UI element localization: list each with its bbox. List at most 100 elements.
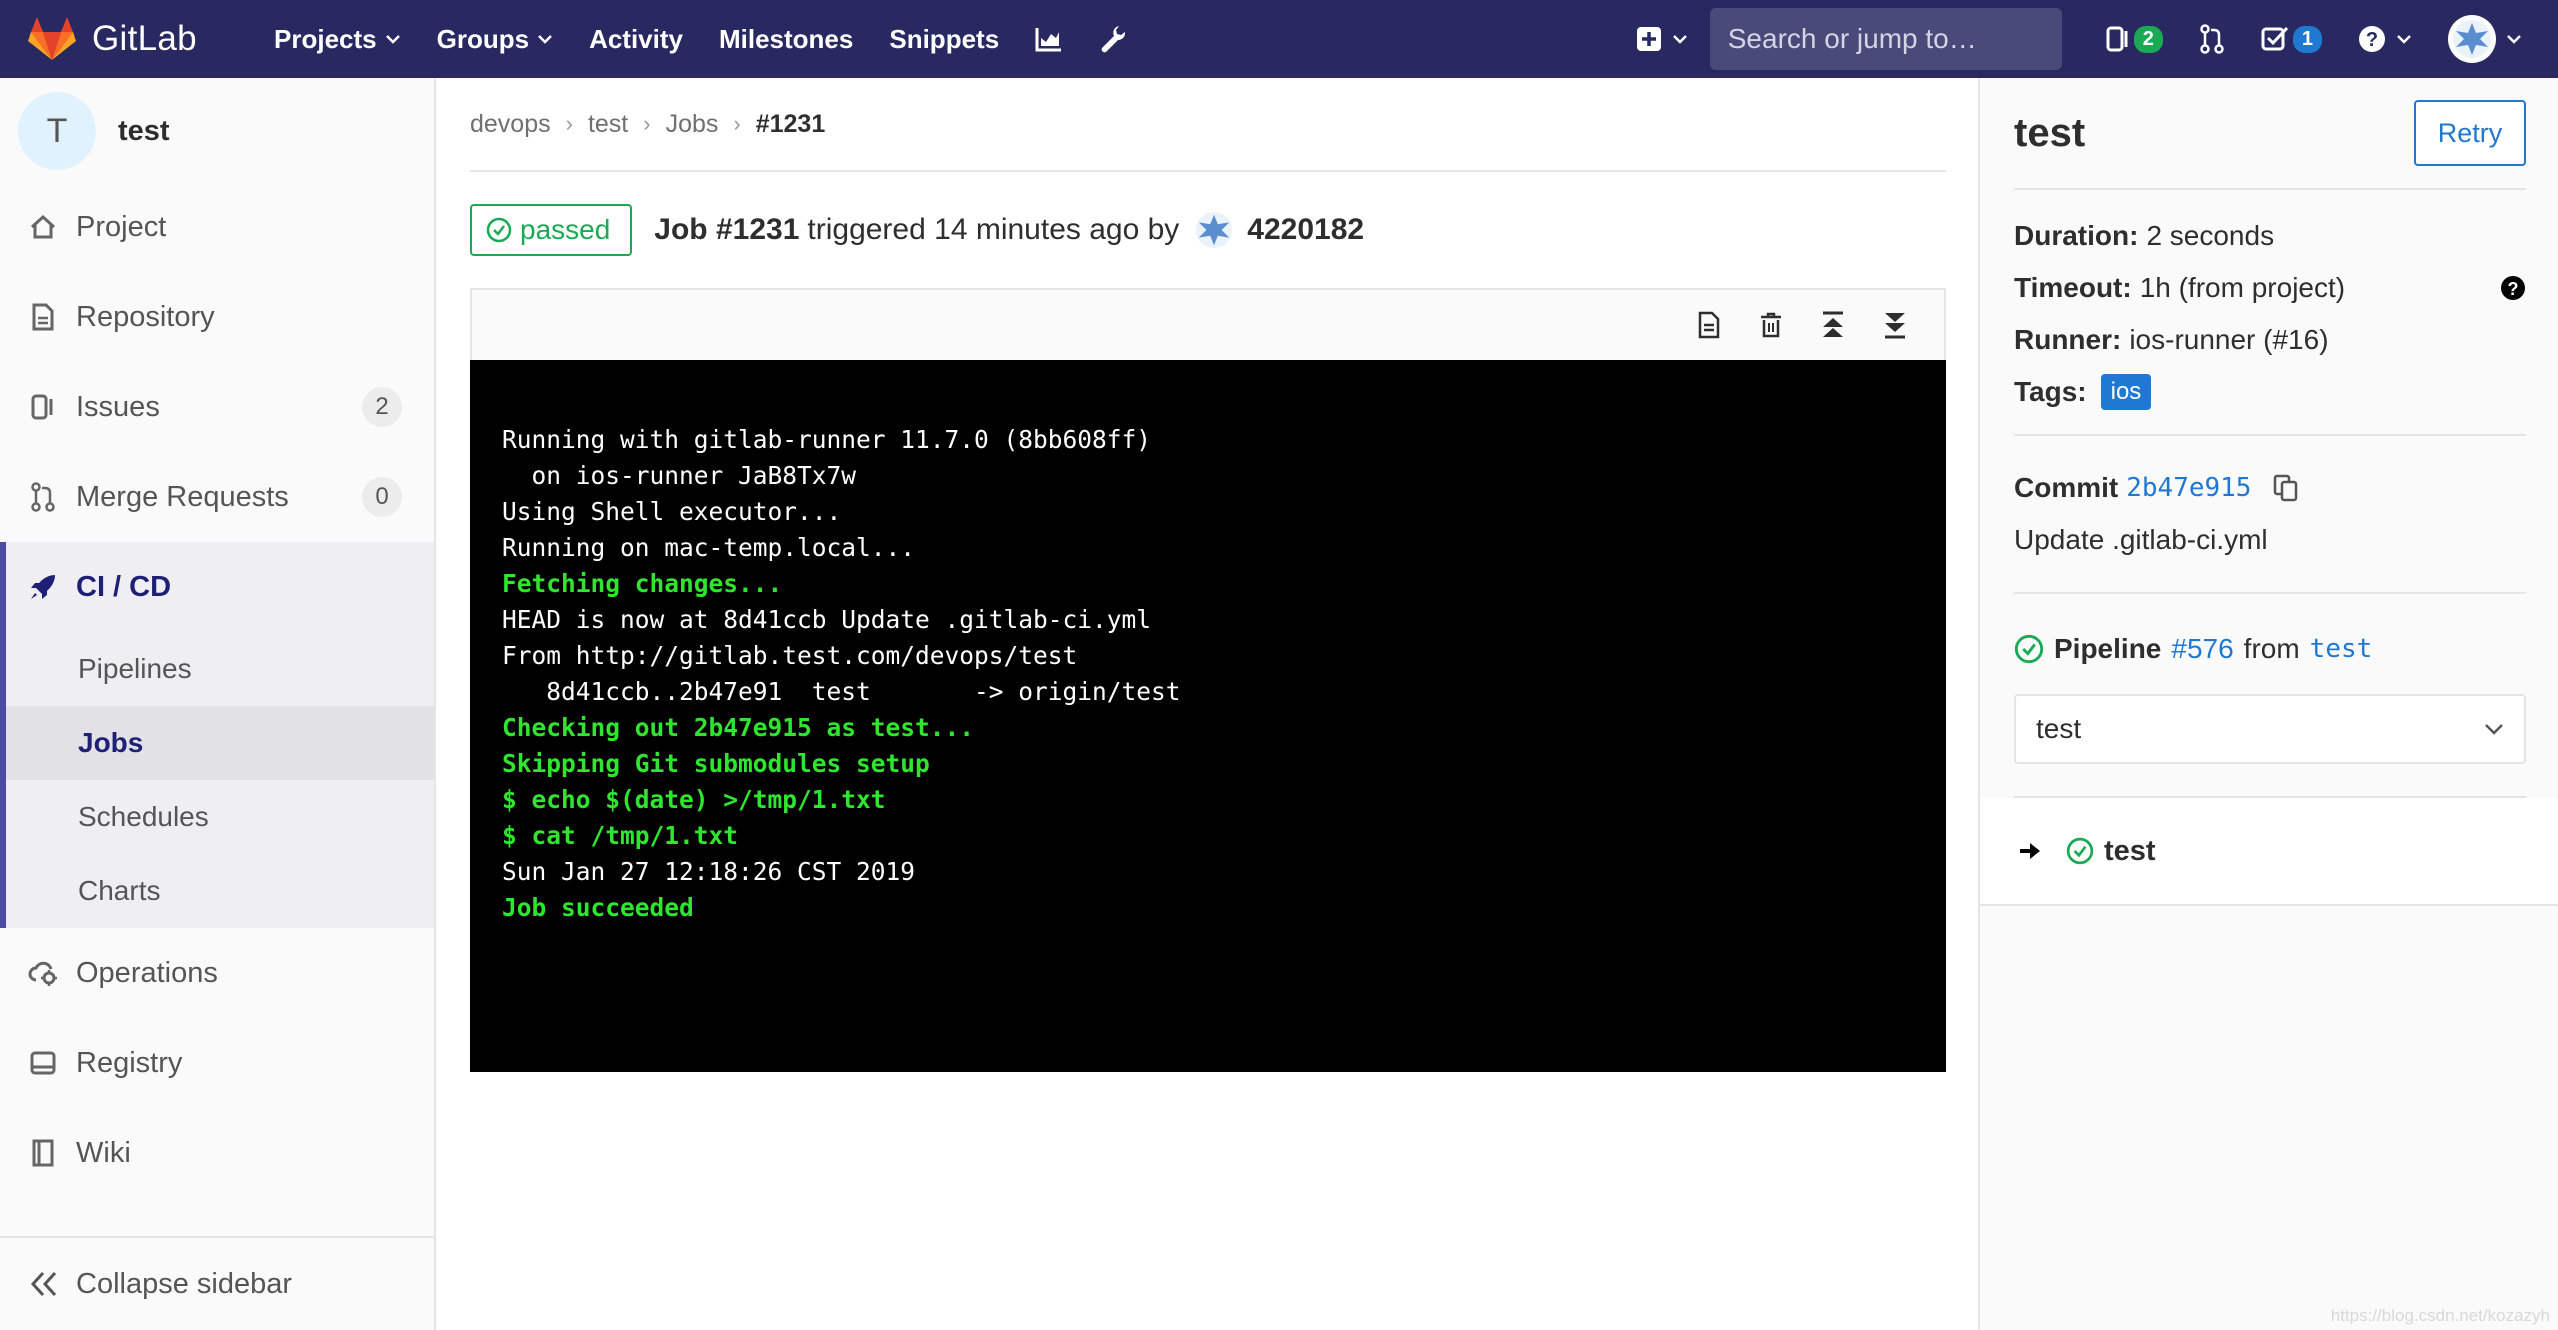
collapse-sidebar-label: Collapse sidebar <box>76 1267 293 1300</box>
merge-request-icon <box>28 482 58 512</box>
sidebar-item-label: Operations <box>76 956 218 989</box>
job-title: Job #1231 <box>654 213 800 246</box>
nav-projects[interactable]: Projects <box>256 0 419 78</box>
sidebar-subitem-pipelines[interactable]: Pipelines <box>6 632 434 706</box>
main-content: devops › test › Jobs › #1231 passed Job … <box>470 78 1946 1072</box>
timeout-row: Timeout: 1h (from project) ? <box>2014 262 2526 314</box>
nav-milestones[interactable]: Milestones <box>701 0 871 78</box>
check-circle-icon <box>2014 634 2044 664</box>
trash-icon <box>1761 312 1781 338</box>
sidebar-subitem-jobs[interactable]: Jobs <box>6 706 434 780</box>
gitlab-logo-icon <box>28 17 76 60</box>
nav-activity[interactable]: Activity <box>571 0 701 78</box>
question-circle-icon: ? <box>2359 26 2385 52</box>
check-circle-icon <box>2066 837 2094 865</box>
stage-dropdown[interactable]: test <box>2014 694 2526 764</box>
copy-sha-button[interactable] <box>2273 474 2299 502</box>
commit-message: Update .gitlab-ci.yml <box>2014 524 2268 555</box>
chevron-right-icon: › <box>733 111 741 136</box>
question-circle-icon[interactable]: ? <box>2500 275 2526 301</box>
chevron-down-icon <box>385 35 400 44</box>
new-dropdown[interactable] <box>1614 0 1710 78</box>
status-badge[interactable]: passed <box>470 204 633 256</box>
sidebar-item-label: Issues <box>76 390 160 423</box>
cloud-gear-icon <box>28 958 58 988</box>
tags-label: Tags: <box>2014 376 2087 407</box>
breadcrumb-jobs[interactable]: Jobs <box>666 110 719 139</box>
user-avatar[interactable] <box>1195 211 1233 249</box>
chart-icon <box>1035 28 1062 52</box>
sidebar-item-label: Merge Requests <box>76 480 289 513</box>
chevron-down-icon <box>1672 35 1687 44</box>
sidebar-item-ci-cd[interactable]: CI / CD <box>6 542 434 632</box>
project-name: test <box>118 114 170 147</box>
sidebar-item-merge-requests[interactable]: Merge Requests 0 <box>0 452 434 542</box>
nav-issues[interactable]: 2 <box>2088 0 2181 78</box>
commit-label: Commit <box>2014 472 2119 503</box>
sidebar-item-label: Repository <box>76 300 215 333</box>
log-line: Skipping Git submodules setup <box>502 749 930 778</box>
commit-sha-link[interactable]: 2b47e915 <box>2126 473 2251 503</box>
log-line: $ cat /tmp/1.txt <box>502 821 739 850</box>
sidebar-item-wiki[interactable]: Wiki <box>0 1108 434 1198</box>
registry-icon <box>28 1048 58 1078</box>
timeout-label: Timeout: <box>2014 272 2132 303</box>
scroll-to-bottom-button[interactable] <box>1864 300 1926 350</box>
gitlab-home-link[interactable]: GitLab <box>28 0 228 78</box>
sidebar-subitem-schedules[interactable]: Schedules <box>6 780 434 854</box>
search-box[interactable] <box>1709 8 2089 70</box>
issues-icon <box>28 392 58 422</box>
nav-charts[interactable] <box>1017 0 1081 78</box>
nav-snippets[interactable]: Snippets <box>871 0 1017 78</box>
duration-label: Duration: <box>2014 220 2139 251</box>
sidebar-item-label: Wiki <box>76 1136 131 1169</box>
issues-count: 2 <box>362 387 402 427</box>
log-line: $ echo $(date) >/tmp/1.txt <box>502 785 886 814</box>
nav-activity-label: Activity <box>589 23 683 54</box>
runner-value: ios-runner (#16) <box>2129 324 2329 355</box>
log-line: Job succeeded <box>502 893 694 922</box>
nav-user-menu[interactable] <box>2430 0 2558 78</box>
job-user-link[interactable]: 4220182 <box>1247 213 1364 247</box>
search-input[interactable] <box>1727 23 2089 55</box>
nav-groups-label: Groups <box>436 23 530 54</box>
home-icon <box>28 212 58 242</box>
job-details-sidebar: test Retry Duration: 2 seconds Timeout: … <box>1978 78 2558 1330</box>
nav-help[interactable]: ? <box>2340 0 2430 78</box>
log-toolbar <box>470 288 1946 360</box>
nav-merge-requests[interactable] <box>2181 0 2243 78</box>
chevron-down-icon <box>2485 724 2503 735</box>
pipeline-ref-link[interactable]: test <box>2310 634 2373 664</box>
svg-text:?: ? <box>2508 279 2519 299</box>
sidebar-item-operations[interactable]: Operations <box>0 928 434 1018</box>
tag-badge: ios <box>2100 374 2152 410</box>
sidebar-subitem-charts[interactable]: Charts <box>6 854 434 928</box>
raw-log-button[interactable] <box>1678 300 1740 350</box>
brand-name: GitLab <box>92 19 197 58</box>
sidebar-item-issues[interactable]: Issues 2 <box>0 362 434 452</box>
erase-log-button[interactable] <box>1740 300 1802 350</box>
scroll-to-top-button[interactable] <box>1802 300 1864 350</box>
breadcrumb-project[interactable]: test <box>588 110 628 139</box>
tags-row: Tags: ios <box>2014 366 2526 418</box>
pipeline-id-link[interactable]: #576 <box>2171 633 2233 665</box>
job-header: passed Job #1231 triggered 14 minutes ag… <box>470 172 1946 288</box>
breadcrumb-current[interactable]: #1231 <box>756 110 826 139</box>
nav-groups[interactable]: Groups <box>419 0 571 78</box>
log-line: Checking out 2b47e915 as test... <box>502 713 975 742</box>
sidebar-item-project[interactable]: Project <box>0 182 434 272</box>
retry-button[interactable]: Retry <box>2414 100 2526 166</box>
project-header[interactable]: T test <box>0 78 434 182</box>
sidebar-item-repository[interactable]: Repository <box>0 272 434 362</box>
log-line: Using Shell executor... <box>502 497 842 526</box>
merge-request-icon <box>2200 24 2224 54</box>
nav-todos[interactable]: 1 <box>2243 0 2340 78</box>
log-line: Running with gitlab-runner 11.7.0 (8bb60… <box>502 425 1152 454</box>
breadcrumb-group[interactable]: devops <box>470 110 551 139</box>
sidebar-item-registry[interactable]: Registry <box>0 1018 434 1108</box>
log-line: Running on mac-temp.local... <box>502 533 916 562</box>
duration-value: 2 seconds <box>2146 220 2275 251</box>
list-item[interactable]: test <box>2014 798 2524 904</box>
collapse-sidebar-button[interactable]: Collapse sidebar <box>0 1236 434 1330</box>
nav-admin[interactable] <box>1081 0 1145 78</box>
